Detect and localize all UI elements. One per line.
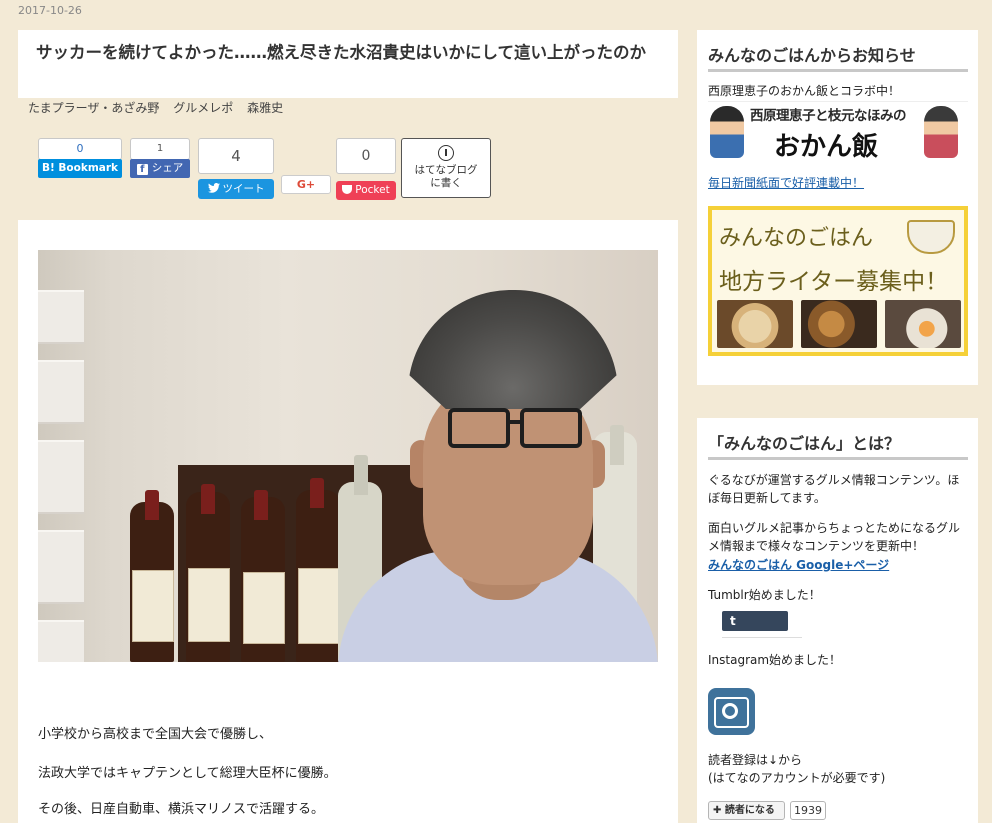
article-paragraph: 法政大学ではキャプテンとして総理大臣杯に優勝。 bbox=[38, 766, 337, 781]
glasses-lens bbox=[520, 408, 582, 448]
divider bbox=[722, 637, 802, 638]
bottle-neck bbox=[254, 490, 268, 520]
bottle-label bbox=[298, 568, 340, 644]
shelf bbox=[38, 530, 84, 604]
glasses-bridge bbox=[508, 420, 522, 424]
glasses-lens bbox=[448, 408, 510, 448]
title-divider bbox=[708, 457, 968, 460]
hatena-blog-label-1: はてなブログ bbox=[414, 164, 478, 176]
bottle-neck bbox=[610, 425, 624, 465]
bottle-label bbox=[243, 572, 285, 644]
hatena-bookmark-button[interactable]: B! Bookmark bbox=[38, 159, 122, 178]
about-text: 面白いグルメ記事からちょっとためになるグルメ情報まで様々なコンテンツを更新中！ bbox=[708, 521, 961, 553]
post-title[interactable]: サッカーを続けてよかった……燃え尽きた水沼貴史はいかにして這い上がったのか bbox=[36, 43, 646, 62]
facebook-share-label: シェア bbox=[151, 162, 184, 174]
pocket-label: Pocket bbox=[355, 184, 390, 196]
tumblr-follow-button[interactable]: t bbox=[722, 611, 788, 631]
bottle-neck bbox=[354, 455, 368, 495]
instagram-icon[interactable] bbox=[708, 688, 755, 735]
instagram-text: Instagram始めました！ bbox=[708, 653, 842, 667]
hatena-blog-write-button[interactable]: はてなブログ に書く bbox=[401, 138, 491, 198]
sashimi-photo bbox=[885, 300, 961, 348]
reader-text: 読者登録は↓から bbox=[708, 753, 803, 767]
bottle-label bbox=[132, 570, 174, 642]
subscriber-count: 1939 bbox=[790, 801, 826, 820]
chef-illustration-icon bbox=[924, 106, 958, 158]
portrait-photo bbox=[38, 250, 658, 662]
google-plus-link[interactable]: みんなのごはん Google+ページ bbox=[708, 556, 889, 574]
bottle-neck bbox=[145, 490, 159, 520]
twitter-bird-icon bbox=[207, 183, 220, 193]
post-date: 2017-10-26 bbox=[18, 4, 82, 17]
tumblr-text: Tumblr始めました！ bbox=[708, 588, 821, 602]
shellfish-photo bbox=[801, 300, 877, 348]
shelf bbox=[38, 290, 84, 344]
category-list: たまプラーザ・あざみ野 グルメレポ 森雅史 bbox=[28, 99, 293, 116]
shelf bbox=[38, 620, 84, 662]
hatena-bookmark-label: Bookmark bbox=[58, 162, 119, 174]
ramen-photo bbox=[717, 300, 793, 348]
camera-lens bbox=[722, 703, 738, 719]
bottle-neck bbox=[310, 478, 324, 508]
tweet-label: ツイート bbox=[222, 183, 265, 195]
subscribe-button[interactable]: ✚ 読者になる bbox=[708, 801, 785, 820]
article-paragraph: その後、日産自動車、横浜マリノスで活躍する。 bbox=[38, 802, 325, 817]
category-link[interactable]: グルメレポ bbox=[173, 101, 233, 115]
about-title: 「みんなのごはん」とは？ bbox=[708, 434, 901, 453]
facebook-share-count: 1 bbox=[130, 138, 190, 160]
about-text: ぐるなびが運営するグルメ情報コンテンツ。ほぼ毎日更新してます。 bbox=[708, 473, 960, 505]
category-link[interactable]: 森雅史 bbox=[247, 101, 283, 115]
banner2-line2: 地方ライター募集中！ bbox=[719, 269, 949, 295]
notice-title: みんなのごはんからお知らせ bbox=[708, 46, 916, 65]
category-link[interactable]: たまプラーザ・あざみ野 bbox=[28, 101, 159, 115]
hatena-blog-label-2: に書く bbox=[430, 177, 462, 189]
facebook-icon: f bbox=[136, 164, 148, 175]
okan-meshi-banner[interactable]: 西原理恵子と枝元なほみの おかん飯 bbox=[708, 101, 968, 164]
banner1-line2: おかん飯 bbox=[774, 132, 879, 162]
rice-bowl-icon bbox=[907, 220, 955, 254]
article-paragraph: 小学校から高校まで全国大会で優勝し、 bbox=[38, 727, 273, 742]
pen-icon bbox=[438, 145, 454, 161]
pocket-count: 0 bbox=[336, 138, 396, 174]
facebook-share-button[interactable]: f シェア bbox=[130, 159, 190, 178]
google-plus-button[interactable]: G+ bbox=[281, 175, 331, 194]
pocket-icon bbox=[342, 185, 353, 194]
bottle-neck bbox=[201, 484, 215, 514]
chef-illustration-icon bbox=[710, 106, 744, 158]
notice-collab-text: 西原理恵子のおかん飯とコラボ中！ bbox=[708, 84, 901, 98]
shelf bbox=[38, 440, 84, 514]
post-title-box: サッカーを続けてよかった……燃え尽きた水沼貴史はいかにして這い上がったのか bbox=[18, 30, 678, 98]
pocket-button[interactable]: Pocket bbox=[336, 181, 396, 200]
hatena-bookmark-count[interactable]: 0 bbox=[38, 138, 122, 160]
banner2-line1: みんなのごはん bbox=[719, 226, 874, 251]
title-divider bbox=[708, 69, 968, 72]
shelf bbox=[38, 360, 84, 424]
banner1-line1: 西原理恵子と枝元なほみの bbox=[750, 108, 907, 124]
hatena-b-icon: B! bbox=[41, 162, 55, 174]
writer-recruit-banner[interactable]: みんなのごはん 地方ライター募集中！ bbox=[708, 206, 968, 356]
tweet-button[interactable]: ツイート bbox=[198, 179, 274, 199]
notice-link[interactable]: 毎日新聞紙面で好評連載中！ bbox=[708, 174, 864, 192]
tweet-count: 4 bbox=[198, 138, 274, 174]
bottle-label bbox=[188, 568, 230, 642]
reader-note: (はてなのアカウントが必要です) bbox=[708, 771, 886, 785]
